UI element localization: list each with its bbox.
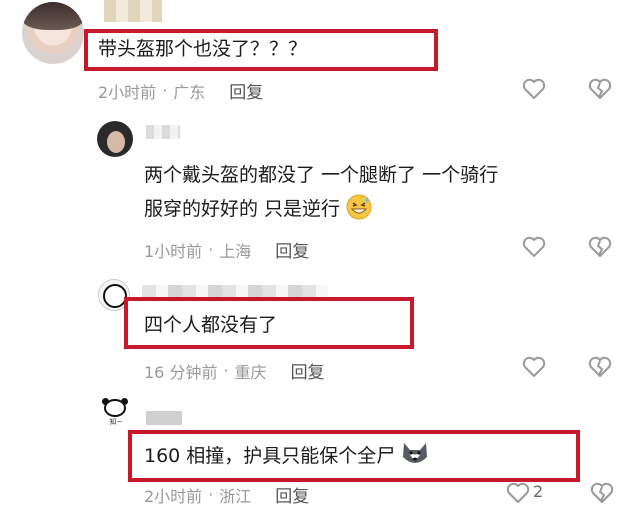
avatar[interactable]: 知~ <box>100 398 130 428</box>
comment-text: 四个人都没有了 <box>144 314 278 336</box>
avatar[interactable] <box>97 121 133 157</box>
comment-meta: 1小时前 · 上海 回复 <box>144 237 309 262</box>
location: 浙江 <box>219 486 252 506</box>
reply-button[interactable]: 回复 <box>229 78 263 103</box>
reply-button[interactable]: 回复 <box>291 358 325 383</box>
username-blurred[interactable] <box>146 125 180 139</box>
broken-heart-icon[interactable] <box>590 482 614 504</box>
username-blurred[interactable] <box>146 411 182 425</box>
comment-meta: 2小时前 · 浙江 回复 <box>144 482 309 507</box>
reply-button[interactable]: 回复 <box>275 237 309 262</box>
heart-outline-icon[interactable] <box>522 356 546 378</box>
avatar-label: 知~ <box>109 418 123 426</box>
separator: · <box>208 240 214 259</box>
reply-button[interactable]: 回复 <box>275 482 309 507</box>
heart-outline-icon[interactable] <box>506 482 530 504</box>
timestamp: 1小时前 <box>144 241 203 261</box>
location: 上海 <box>219 241 252 261</box>
comment-line: 两个戴头盔的都没了 一个腿断了 一个骑行 <box>144 164 499 186</box>
location: 重庆 <box>234 362 267 382</box>
comment-text: 带头盔那个也没了？？？ <box>98 38 308 60</box>
broken-heart-icon[interactable] <box>588 356 612 378</box>
timestamp: 2小时前 <box>144 486 203 506</box>
location: 广东 <box>173 82 206 102</box>
grinning-sweat-emoji <box>346 194 372 220</box>
comment-meta: 2小时前 · 广东 回复 <box>98 78 263 103</box>
timestamp: 16 分钟前 <box>144 362 218 382</box>
separator: · <box>162 81 168 100</box>
comment-text: 两个戴头盔的都没了 一个腿断了 一个骑行 服穿的好好的 只是逆行 <box>144 160 498 224</box>
heart-outline-icon[interactable] <box>522 78 546 100</box>
broken-heart-icon[interactable] <box>588 236 612 258</box>
husky-dog-emoji <box>401 441 428 467</box>
broken-heart-icon[interactable] <box>588 78 612 100</box>
heart-outline-icon[interactable] <box>522 236 546 258</box>
like-count: 2 <box>533 482 544 501</box>
separator: · <box>208 485 214 504</box>
comment-text: 160 相撞，护具只能保个全尸 <box>144 441 428 471</box>
timestamp: 2小时前 <box>98 82 157 102</box>
comment-line-text: 160 相撞，护具只能保个全尸 <box>144 445 396 467</box>
separator: · <box>223 361 229 380</box>
username-blurred[interactable] <box>104 0 162 22</box>
comment-line-text: 服穿的好好的 只是逆行 <box>144 198 341 220</box>
comment-meta: 16 分钟前 · 重庆 回复 <box>144 358 325 383</box>
comment-line: 服穿的好好的 只是逆行 <box>144 194 498 224</box>
avatar[interactable] <box>22 2 84 64</box>
